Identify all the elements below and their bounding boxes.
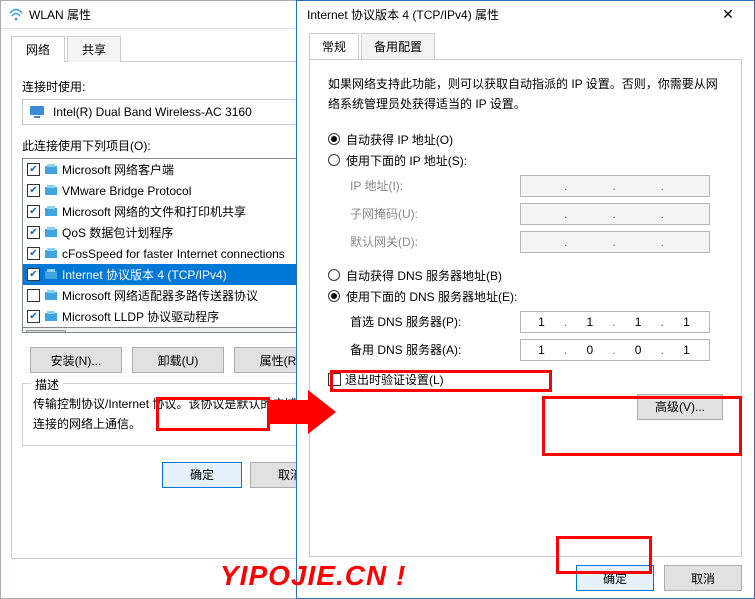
dns-auto-radio-row[interactable]: 自动获得 DNS 服务器地址(B): [328, 267, 723, 284]
dns-alt-label: 备用 DNS 服务器(A):: [350, 341, 520, 358]
ipv4-cancel-button[interactable]: 取消: [664, 565, 742, 591]
tab-share[interactable]: 共享: [67, 36, 121, 62]
subnet-label: 子网掩码(U):: [350, 205, 520, 222]
item-checkbox[interactable]: [27, 184, 40, 197]
item-checkbox[interactable]: [27, 205, 40, 218]
dns-block: 自动获得 DNS 服务器地址(B) 使用下面的 DNS 服务器地址(E): 首选…: [328, 267, 723, 361]
ip-octet: 1: [576, 315, 606, 329]
validate-row[interactable]: 退出时验证设置(L): [328, 371, 723, 388]
dns-manual-radio-row[interactable]: 使用下面的 DNS 服务器地址(E):: [328, 288, 723, 305]
advanced-button[interactable]: 高级(V)...: [637, 394, 723, 420]
dns-pref-label: 首选 DNS 服务器(P):: [350, 313, 520, 330]
item-label: Microsoft 网络客户端: [62, 161, 174, 178]
ip-octet: 1: [527, 315, 557, 329]
ipv4-tabpane: 如果网络支持此功能，则可以获取自动指派的 IP 设置。否则，你需要从网络系统管理…: [309, 59, 742, 557]
item-checkbox[interactable]: [27, 163, 40, 176]
ip-manual-radio-row[interactable]: 使用下面的 IP 地址(S):: [328, 152, 723, 169]
ipv4-titlebar[interactable]: Internet 协议版本 4 (TCP/IPv4) 属性 ✕: [297, 1, 754, 27]
item-label: Internet 协议版本 4 (TCP/IPv4): [62, 266, 227, 283]
ip-addr-input: ...: [520, 175, 710, 197]
tab-general[interactable]: 常规: [309, 33, 359, 59]
protocol-icon: [44, 268, 58, 282]
install-button[interactable]: 安装(N)...: [30, 347, 122, 373]
protocol-icon: [44, 184, 58, 198]
item-label: Microsoft 网络适配器多路传送器协议: [62, 287, 258, 304]
adapter-name: Intel(R) Dual Band Wireless-AC 3160: [53, 105, 252, 119]
ip-octet: 1: [527, 343, 557, 357]
ip-auto-label: 自动获得 IP 地址(O): [346, 131, 453, 148]
dns-manual-label: 使用下面的 DNS 服务器地址(E):: [346, 288, 517, 305]
item-label: VMware Bridge Protocol: [62, 184, 191, 198]
gateway-input: ...: [520, 231, 710, 253]
ipv4-intro: 如果网络支持此功能，则可以获取自动指派的 IP 设置。否则，你需要从网络系统管理…: [328, 74, 723, 115]
gateway-label: 默认网关(D):: [350, 233, 520, 250]
watermark-text: YIPOJIE.CN !: [220, 560, 406, 592]
ip-octet: 0: [576, 343, 606, 357]
wifi-icon: [9, 8, 23, 22]
scroll-thumb[interactable]: [26, 330, 66, 334]
tab-alt-config[interactable]: 备用配置: [361, 33, 435, 59]
radio-icon: [328, 290, 340, 302]
item-checkbox[interactable]: [27, 289, 40, 302]
protocol-icon: [44, 310, 58, 324]
item-label: cFosSpeed for faster Internet connection…: [62, 247, 285, 261]
adapter-icon: [29, 104, 45, 120]
ip-fields-grid: IP 地址(I): ... 子网掩码(U): ... 默认网关(D): ...: [350, 175, 723, 253]
ip-octet: 0: [624, 343, 654, 357]
ip-octet: 1: [672, 343, 702, 357]
validate-label: 退出时验证设置(L): [345, 371, 444, 388]
dns-pref-input[interactable]: 1.1.1.1: [520, 311, 710, 333]
protocol-icon: [44, 163, 58, 177]
item-label: Microsoft LLDP 协议驱动程序: [62, 308, 219, 325]
ip-manual-label: 使用下面的 IP 地址(S):: [346, 152, 467, 169]
radio-icon: [328, 269, 340, 281]
item-label: Microsoft 网络的文件和打印机共享: [62, 203, 246, 220]
ip-octet: 1: [672, 315, 702, 329]
protocol-icon: [44, 226, 58, 240]
ipv4-tabrow: 常规 备用配置: [297, 27, 754, 59]
item-checkbox[interactable]: [27, 310, 40, 323]
dns-auto-label: 自动获得 DNS 服务器地址(B): [346, 267, 502, 284]
ip-octet: 1: [624, 315, 654, 329]
radio-icon: [328, 133, 340, 145]
ipv4-properties-dialog: Internet 协议版本 4 (TCP/IPv4) 属性 ✕ 常规 备用配置 …: [296, 0, 755, 599]
protocol-icon: [44, 205, 58, 219]
ip-auto-radio-row[interactable]: 自动获得 IP 地址(O): [328, 131, 723, 148]
description-title: 描述: [31, 376, 63, 393]
item-label: QoS 数据包计划程序: [62, 224, 173, 241]
tab-network[interactable]: 网络: [11, 36, 65, 62]
dns-alt-input[interactable]: 1.0.0.1: [520, 339, 710, 361]
ipv4-title: Internet 协议版本 4 (TCP/IPv4) 属性: [307, 6, 499, 23]
ip-addr-label: IP 地址(I):: [350, 177, 520, 194]
item-checkbox[interactable]: [27, 268, 40, 281]
ipv4-ok-button[interactable]: 确定: [576, 565, 654, 591]
wlan-ok-button[interactable]: 确定: [162, 462, 242, 488]
item-checkbox[interactable]: [27, 226, 40, 239]
uninstall-button[interactable]: 卸载(U): [132, 347, 224, 373]
dns-fields-grid: 首选 DNS 服务器(P): 1.1.1.1 备用 DNS 服务器(A): 1.…: [350, 311, 723, 361]
item-checkbox[interactable]: [27, 247, 40, 260]
radio-icon: [328, 154, 340, 166]
wlan-title: WLAN 属性: [29, 6, 91, 23]
protocol-icon: [44, 247, 58, 261]
subnet-input: ...: [520, 203, 710, 225]
validate-checkbox[interactable]: [328, 373, 341, 386]
protocol-icon: [44, 289, 58, 303]
close-icon[interactable]: ✕: [708, 3, 748, 25]
